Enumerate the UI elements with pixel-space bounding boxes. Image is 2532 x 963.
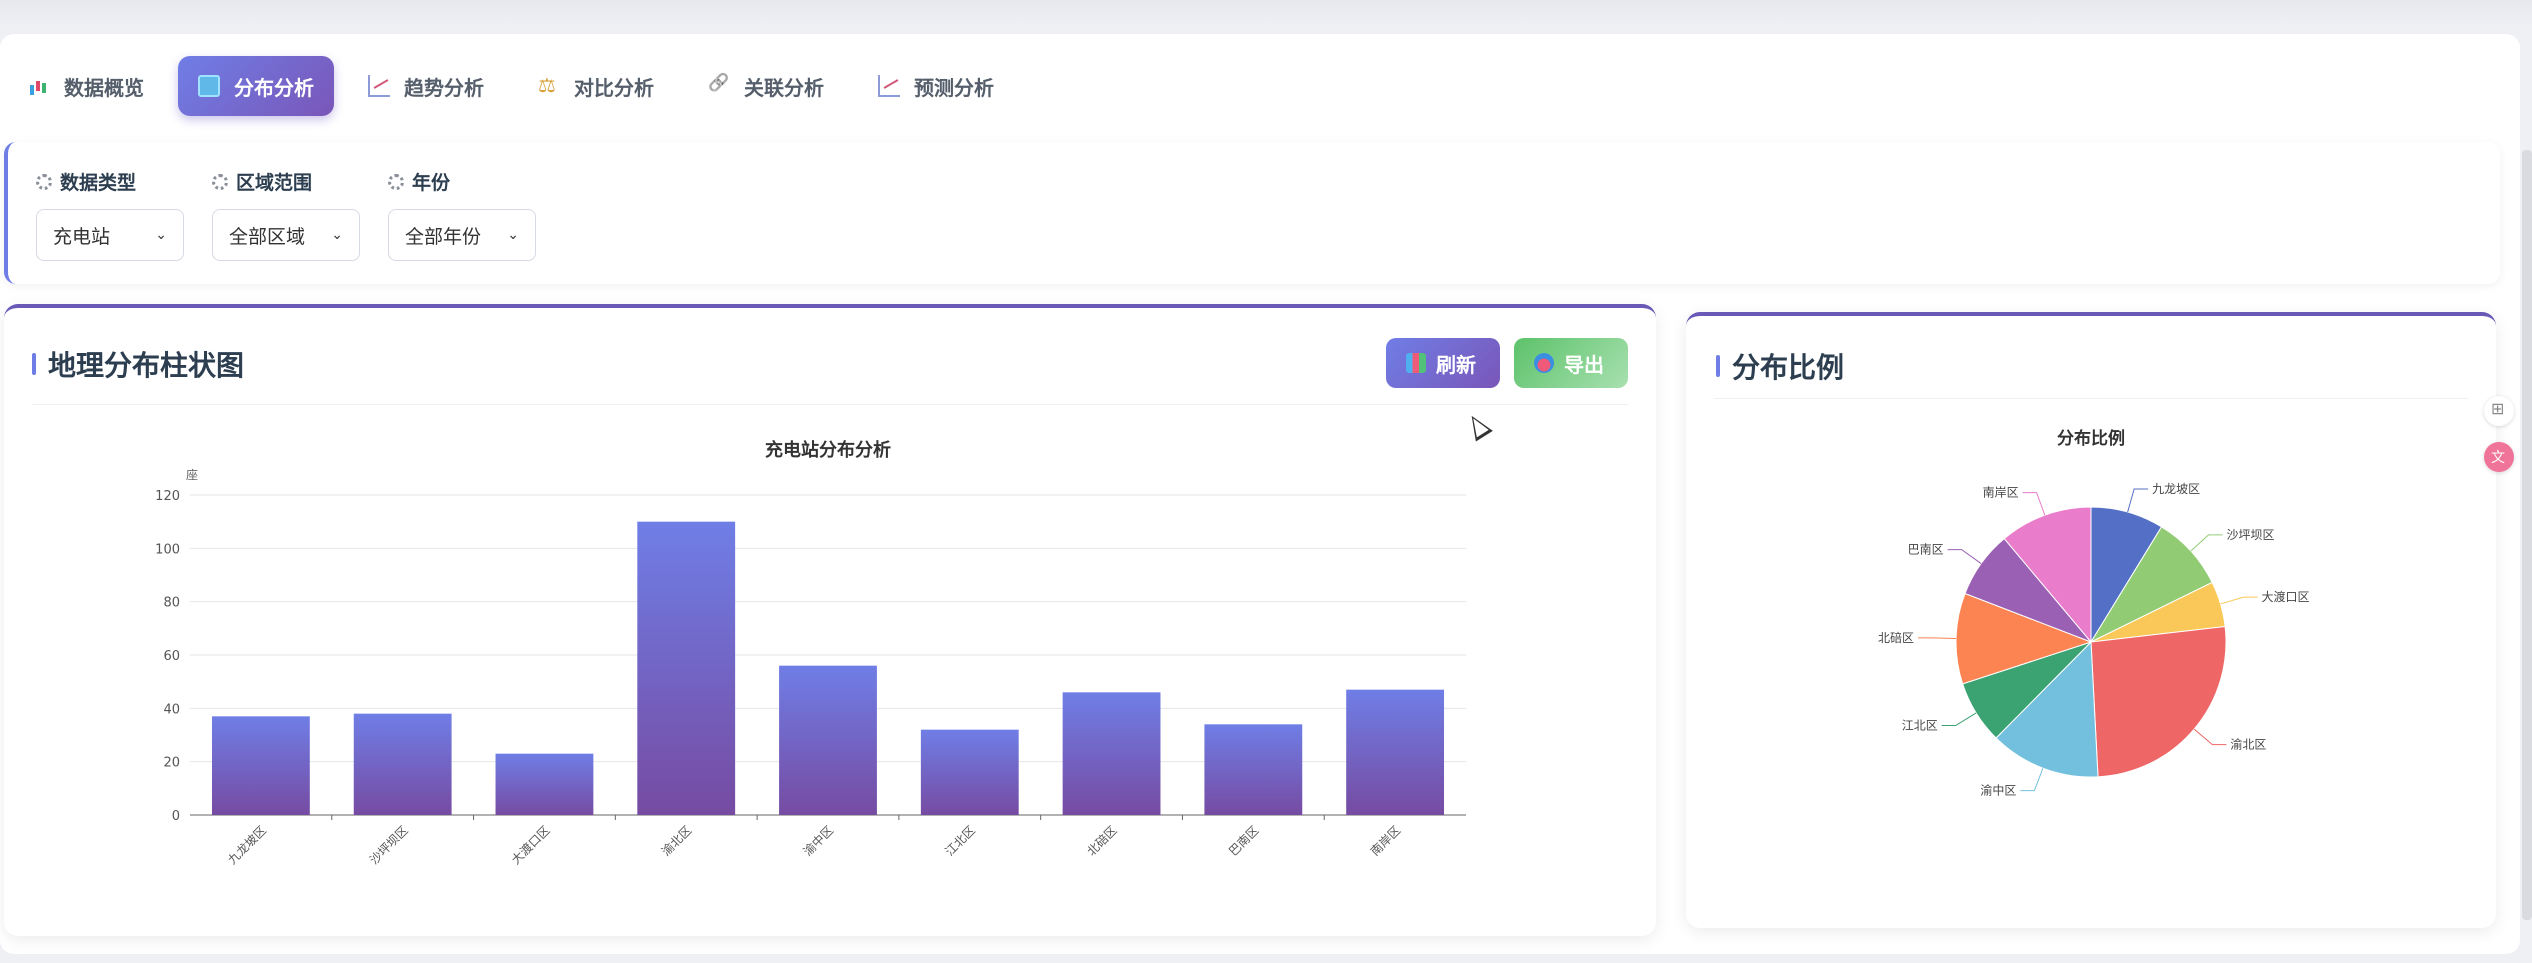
chart-title: 分布比例: [2057, 428, 2125, 449]
label-line: [2020, 767, 2044, 792]
tab-label: 关联分析: [744, 75, 824, 100]
label-line: [2022, 492, 2046, 516]
label-line: [1947, 549, 1982, 564]
label-line: [1918, 637, 1957, 639]
tab-label: 分布分析: [234, 75, 314, 100]
gear-icon: [212, 173, 228, 190]
slice-label: 渝北区: [2230, 737, 2266, 752]
y-tick-label: 120: [155, 489, 180, 504]
x-tick-label: 渝北区: [658, 823, 694, 859]
select-value: 全部区域: [229, 225, 306, 248]
label-line: [2193, 728, 2227, 746]
slice-label: 巴南区: [1908, 542, 1944, 557]
select-value: 全部年份: [405, 225, 482, 248]
x-tick-label: 南岸区: [1367, 823, 1403, 859]
top-strip: [0, 0, 2532, 28]
filter-label-text: 数据类型: [60, 172, 137, 194]
bar-沙坪坝区: [353, 713, 452, 815]
tab-label: 趋势分析: [404, 75, 484, 100]
filter-data-type: 数据类型 充电站 ⌄: [36, 168, 184, 261]
slice-label: 北碚区: [1878, 630, 1914, 645]
filter-label: 年份: [388, 168, 536, 195]
chevron-down-icon: ⌄: [155, 227, 167, 243]
x-tick-label: 九龙坡区: [225, 823, 269, 867]
slice-渝北区: [2090, 625, 2227, 778]
slice-label: 南岸区: [1983, 485, 2019, 500]
y-tick-label: 80: [163, 596, 180, 611]
bar-北碚区: [1062, 692, 1161, 815]
bar-渝北区: [637, 521, 736, 815]
x-tick-label: 巴南区: [1225, 823, 1261, 859]
x-tick-label: 江北区: [943, 823, 978, 858]
x-tick-label: 渝中区: [800, 823, 836, 859]
tab-overview[interactable]: 数据概览: [8, 56, 164, 116]
filter-year: 年份 全部年份 ⌄: [388, 168, 536, 261]
y-tick-label: 100: [155, 542, 180, 557]
filter-region: 区域范围 全部区域 ⌄: [212, 168, 360, 261]
slice-label: 江北区: [1902, 719, 1938, 733]
scale-icon: [538, 73, 560, 97]
y-tick-label: 20: [163, 756, 180, 771]
bar-chart-card: 地理分布柱状图 刷新 导出 充电站分布分析座 0 20 40 60 80 100 120 九龙坡…: [4, 304, 1656, 936]
x-tick-label: 北碚区: [1084, 823, 1120, 859]
bar-大渡口区: [495, 753, 594, 815]
x-tick-label: 沙坪坝区: [367, 823, 411, 867]
tab-trend[interactable]: 趋势分析: [348, 56, 504, 116]
chevron-down-icon: ⌄: [331, 227, 343, 243]
chevron-down-icon: ⌄: [507, 227, 519, 243]
filter-panel: 数据类型 充电站 ⌄ 区域范围 全部区域 ⌄ 年份 全部年份 ⌄: [4, 142, 2500, 284]
y-tick-label: 40: [163, 702, 180, 717]
tab-label: 对比分析: [574, 75, 654, 100]
translate-button[interactable]: [2484, 442, 2514, 472]
pie-chart-card: 分布比例 分布比例九龙坡区沙坪坝区大渡口区渝北区渝中区 江北区 北碚区 巴南区 南岸区: [1686, 312, 2496, 928]
chart-title: 充电站分布分析: [765, 439, 891, 461]
slice-label: 渝中区: [1980, 783, 2016, 798]
label-line: [2220, 596, 2258, 605]
region-select[interactable]: 全部区域 ⌄: [212, 209, 360, 261]
label-line: [1941, 712, 1977, 727]
book-icon: [198, 75, 220, 97]
y-tick-label: 60: [163, 649, 180, 664]
year-select[interactable]: 全部年份 ⌄: [388, 209, 536, 261]
x-tick-label: 大渡口区: [508, 823, 553, 868]
tab-distribution[interactable]: 分布分析: [178, 56, 334, 116]
filter-label-text: 年份: [412, 172, 451, 194]
y-tick-label: 0: [172, 809, 180, 824]
filter-label: 区域范围: [212, 168, 360, 195]
tab-forecast[interactable]: 预测分析: [858, 56, 1014, 116]
filter-label: 数据类型: [36, 168, 184, 195]
slice-label: 大渡口区: [2262, 589, 2310, 604]
tab-compare[interactable]: 对比分析: [518, 56, 674, 116]
bar-渝中区: [779, 665, 877, 815]
gear-icon: [388, 173, 404, 190]
bar-南岸区: [1346, 689, 1445, 815]
bar-chart: 充电站分布分析座 0 20 40 60 80 100 120 九龙坡区 沙坪坝区 大渡口区 渝北区 渝中…: [155, 439, 1466, 868]
label-line: [2127, 488, 2149, 513]
select-value: 充电站: [53, 225, 111, 248]
slice-label: 沙坪坝区: [2227, 528, 2275, 542]
bar-chart-icon: [28, 75, 50, 97]
trend-chart-icon: [368, 75, 390, 97]
grid-tool-button[interactable]: [2484, 396, 2514, 426]
slice-label: 九龙坡区: [2152, 482, 2200, 496]
tab-correlation[interactable]: 关联分析: [688, 56, 844, 116]
analysis-tab-bar: 数据概览 分布分析 趋势分析 对比分析 关联分析 预测分析: [8, 56, 1028, 116]
bar-巴南区: [1204, 724, 1303, 815]
y-axis-unit: 座: [186, 467, 198, 482]
vertical-scrollbar[interactable]: [2522, 150, 2532, 920]
pie-chart: 分布比例九龙坡区沙坪坝区大渡口区渝北区渝中区 江北区 北碚区 巴南区 南岸区: [1878, 428, 2310, 798]
tab-label: 数据概览: [64, 75, 144, 100]
gear-icon: [36, 173, 52, 190]
forecast-chart-icon: [878, 75, 900, 97]
tab-label: 预测分析: [914, 75, 994, 100]
link-icon: [708, 75, 730, 97]
bar-九龙坡区: [211, 716, 310, 815]
bar-江北区: [920, 729, 1019, 815]
data-type-select[interactable]: 充电站 ⌄: [36, 209, 184, 261]
filter-label-text: 区域范围: [236, 172, 313, 194]
label-line: [2190, 534, 2223, 552]
